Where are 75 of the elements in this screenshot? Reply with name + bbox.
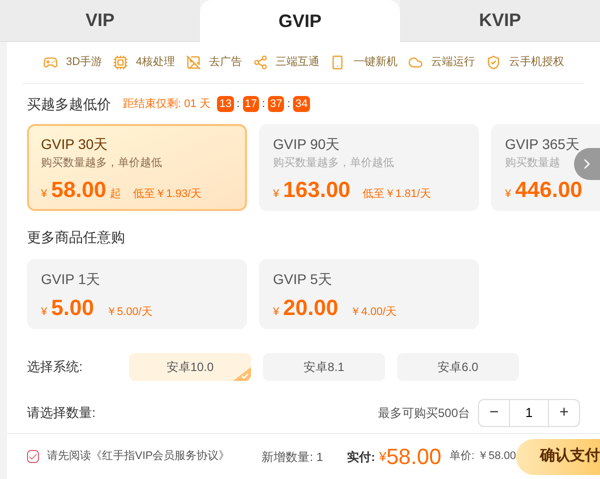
system-option[interactable]: 安卓8.1 — [263, 353, 385, 381]
currency-sign: ¥ — [41, 305, 48, 320]
plan-card[interactable]: GVIP 30天 购买数量越多，单价越低 ¥ 58.00 起 低至￥1.93/天 — [27, 124, 247, 211]
countdown-label: 距结束仅剩: 01 天 — [123, 96, 210, 112]
countdown-digits: 13 — [217, 96, 234, 112]
plan-title: GVIP 1天 — [41, 270, 101, 289]
plan-subtitle: 购买数量越多，单价越低 — [273, 156, 394, 171]
currency-sign: ¥ — [41, 186, 48, 202]
system-label: 选择系统: — [27, 358, 84, 376]
countdown-separator: : — [236, 96, 240, 112]
quantity-limit: 最多可购买500台 — [378, 405, 470, 422]
agree-checkbox[interactable] — [27, 450, 39, 463]
quantity-value[interactable]: 1 — [509, 400, 549, 426]
tab[interactable]: KVIP — [400, 0, 600, 42]
check-icon — [28, 452, 38, 462]
unit-price: ￥5.00/天 — [106, 305, 152, 320]
tab[interactable]: VIP — [0, 0, 200, 42]
system-option[interactable]: 安卓10.0 — [129, 353, 251, 381]
paid-label: 实付: — [347, 448, 376, 466]
plan-price: 58.00 — [51, 176, 106, 204]
countdown-separator: : — [262, 96, 266, 112]
chip-icon — [112, 55, 128, 70]
corner-check-icon — [233, 367, 251, 381]
cloud-icon — [408, 55, 424, 70]
system-option[interactable]: 安卓6.0 — [397, 353, 519, 381]
plan-card[interactable]: GVIP 5天 ¥ 20.00 ￥4.00/天 — [259, 259, 479, 329]
plan-subtitle: 购买数量越多，单价越低 — [41, 156, 162, 171]
quantity-label: 请选择数量: — [27, 404, 97, 422]
plan-card[interactable]: GVIP 365天 购买数量越 ¥ 446.00 — [491, 124, 600, 211]
section-title: 更多商品任意购 — [26, 228, 126, 247]
share-icon — [252, 55, 268, 70]
gamepad-icon — [43, 55, 58, 70]
plan-price: 446.00 — [515, 176, 582, 204]
phone-icon — [330, 55, 346, 70]
feature-label: 三端互通 — [276, 54, 320, 70]
currency-sign: ¥ — [273, 305, 280, 320]
unit-price: 单价: ￥58.00 — [449, 449, 516, 464]
plan-title: GVIP 90天 — [273, 135, 341, 154]
section-title: 买越多越低价 — [27, 94, 111, 114]
currency-sign: ¥ — [505, 186, 512, 202]
unit-price: 低至￥1.81/天 — [362, 186, 431, 202]
plan-card[interactable]: GVIP 1天 ¥ 5.00 ￥5.00/天 — [27, 259, 247, 329]
countdown-digits: 37 — [268, 96, 284, 112]
plan-title: GVIP 30天 — [41, 135, 109, 154]
currency-sign: ¥ — [273, 186, 280, 202]
agreement-link[interactable]: 请先阅读《红手指VIP会员服务协议》 — [47, 448, 230, 465]
plan-card[interactable]: GVIP 90天 购买数量越多，单价越低 ¥ 163.00 低至￥1.81/天 — [259, 124, 479, 211]
added-quantity: 新增数量: 1 — [262, 448, 324, 466]
feature-label: 一键新机 — [353, 54, 398, 70]
countdown-digits: 17 — [242, 96, 259, 112]
countdown-digits: 34 — [293, 96, 310, 112]
currency-sign: ¥ — [379, 448, 386, 466]
unit-price: ￥4.00/天 — [350, 305, 397, 320]
picture-off-icon — [186, 55, 201, 70]
unit-price: 低至￥1.93/天 — [133, 186, 202, 202]
plus-button[interactable]: + — [549, 400, 579, 426]
plan-price: 163.00 — [283, 176, 350, 204]
shield-check-icon — [486, 55, 501, 70]
feature-label: 云手机授权 — [508, 55, 564, 70]
quantity-stepper[interactable]: − 1 + — [478, 399, 580, 427]
plan-price: 20.00 — [283, 294, 338, 322]
feature-label: 去广告 — [208, 54, 242, 70]
tab[interactable]: GVIP — [200, 0, 400, 42]
plan-price: 5.00 — [51, 294, 94, 322]
plan-subtitle: 购买数量越 — [505, 156, 560, 171]
feature-label: 4核处理 — [136, 55, 175, 70]
countdown-separator: : — [287, 96, 290, 112]
feature-label: 云端运行 — [431, 55, 476, 70]
minus-button[interactable]: − — [479, 400, 509, 426]
plan-title: GVIP 5天 — [273, 270, 333, 289]
plan-title: GVIP 365天 — [505, 135, 580, 154]
feature-label: 3D手游 — [66, 55, 102, 70]
confirm-button[interactable]: 确认支付 — [516, 438, 600, 474]
price-suffix: 起 — [110, 186, 122, 202]
paid-amount: 58.00 — [386, 443, 442, 471]
